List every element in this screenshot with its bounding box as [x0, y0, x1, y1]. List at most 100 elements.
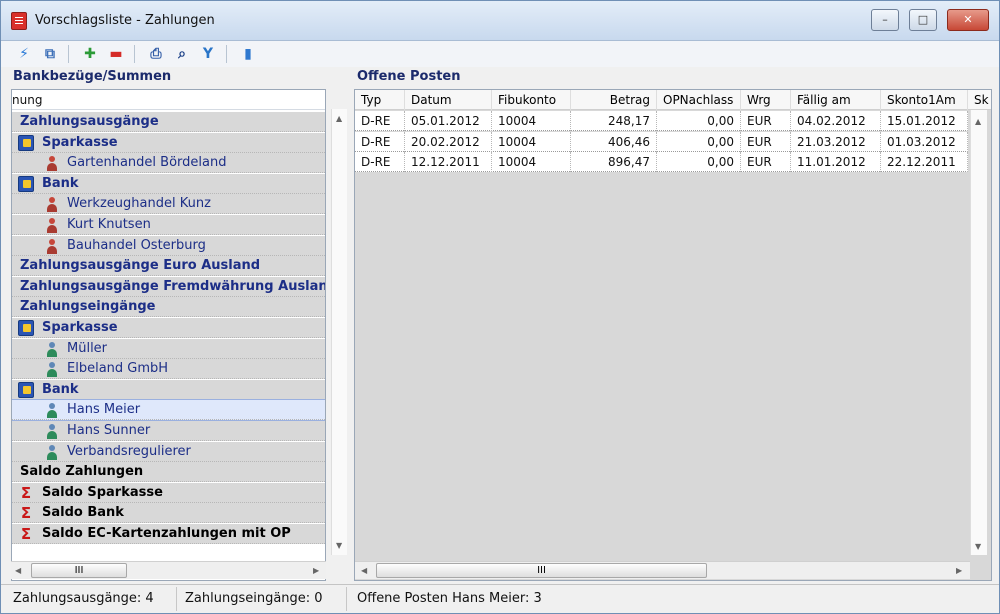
tree-row[interactable]: Zahlungsausgänge — [12, 112, 325, 132]
table-row[interactable]: D-RE 12.12.2011 10004 896,47 0,00 EUR 11.01.20… — [355, 152, 968, 173]
tree-row-label: Saldo Sparkasse — [42, 484, 163, 500]
tree-row[interactable]: Σ Saldo Sparkasse — [12, 482, 325, 503]
bank-icon — [18, 381, 34, 398]
filter-icon[interactable]: Y — [197, 44, 219, 64]
book-icon[interactable]: ▮ — [237, 44, 259, 64]
person-red-icon — [44, 155, 60, 172]
grid-column-header[interactable]: OPNachlass — [657, 90, 741, 110]
tree-row[interactable]: Zahlungsausgänge Fremdwährung Ausland — [12, 276, 325, 297]
scroll-up-icon[interactable]: ▲ — [336, 115, 342, 123]
close-button[interactable]: ✕ — [947, 9, 989, 31]
scroll-left-icon[interactable]: ◀ — [361, 567, 367, 575]
table-cell: D-RE — [355, 111, 405, 131]
maximize-button[interactable]: □ — [909, 9, 937, 31]
grid-column-header[interactable]: Fibukonto — [492, 90, 571, 110]
grid-column-header[interactable]: Sk — [968, 90, 991, 110]
scroll-left-icon[interactable]: ◀ — [15, 567, 21, 575]
app-icon — [11, 12, 27, 30]
minimize-button[interactable]: – — [871, 9, 899, 31]
left-horizontal-thumb[interactable]: III — [31, 563, 127, 578]
main-window: Vorschlagsliste - Zahlungen – □ ✕ ⚡ ⧉ ✚ … — [0, 0, 1000, 614]
status-separator — [346, 587, 347, 611]
tree-row[interactable]: Verbandsregulierer — [12, 441, 325, 462]
tree-row[interactable]: Werkzeughandel Kunz — [12, 194, 325, 215]
tree-row-label: Bank — [42, 381, 79, 397]
toolbar: ⚡ ⧉ ✚ ▬ ⎙ ⌕ Y ▮ — [1, 41, 999, 67]
right-panel-title: Offene Posten — [357, 69, 461, 84]
tree-row[interactable]: Σ Saldo EC-Kartenzahlungen mit OP — [12, 524, 325, 544]
add-icon[interactable]: ✚ — [79, 44, 101, 64]
tree-row-label: Verbandsregulierer — [67, 443, 191, 459]
grid-column-header[interactable]: Datum — [405, 90, 492, 110]
tree-row[interactable]: Bank — [12, 173, 325, 194]
table-cell: D-RE — [355, 131, 405, 152]
table-cell: EUR — [741, 152, 791, 173]
print-icon[interactable]: ⎙ — [145, 44, 167, 64]
table-cell: 0,00 — [657, 131, 741, 152]
scroll-down-icon[interactable]: ▼ — [975, 543, 981, 551]
tree-row[interactable]: Bauhandel Osterburg — [12, 235, 325, 256]
scroll-right-icon[interactable]: ▶ — [956, 567, 962, 575]
person-blue-icon — [44, 402, 60, 419]
table-cell: 15.01.2012 — [881, 111, 968, 131]
scroll-right-icon[interactable]: ▶ — [313, 567, 319, 575]
tree-row[interactable]: Saldo Zahlungen — [12, 462, 325, 483]
table-row[interactable]: D-RE 20.02.2012 10004 406,46 0,00 EUR 21.03.20… — [355, 131, 968, 152]
person-blue-icon — [44, 361, 60, 378]
tree-row[interactable]: Zahlungsausgänge Euro Ausland — [12, 256, 325, 277]
tree-row-label: Gartenhandel Bördeland — [67, 155, 227, 171]
table-cell: 10004 — [492, 131, 571, 152]
tree-row[interactable]: Elbeland GmbH — [12, 359, 325, 380]
tree-row[interactable]: Σ Saldo Bank — [12, 503, 325, 524]
grid-header: Typ Datum Fibukonto Betrag OPNachlass Wrg Fäll… — [355, 90, 991, 110]
tree-row-label: Hans Sunner — [67, 423, 151, 438]
scroll-up-icon[interactable]: ▲ — [975, 118, 981, 126]
tree-row[interactable]: Hans Meier — [12, 399, 325, 422]
table-cell: EUR — [741, 131, 791, 152]
tree-row-label: Bank — [42, 175, 79, 191]
header-name-column[interactable]: nung — [12, 93, 42, 107]
table-row[interactable]: D-RE 05.01.2012 10004 248,17 0,00 EUR 04.02.20… — [355, 111, 968, 131]
tree-row[interactable]: Müller — [12, 338, 325, 359]
right-horizontal-thumb[interactable]: III — [376, 563, 707, 578]
tree-row-label: Zahlungsausgänge Euro Ausland — [20, 258, 261, 274]
grid-column-header[interactable]: Skonto1Am — [881, 90, 968, 110]
left-horizontal-scrollbar[interactable]: ◀ III ▶ — [11, 561, 326, 579]
right-horizontal-scrollbar[interactable]: ◀ III ▶ — [355, 561, 970, 579]
tree-row[interactable]: Hans Sunner — [12, 421, 325, 441]
tree-row[interactable]: Gartenhandel Bördeland — [12, 153, 325, 174]
tree-row[interactable]: Sparkasse — [12, 132, 325, 153]
right-vertical-scrollbar[interactable]: ▲ ▼ — [970, 110, 987, 555]
scroll-down-icon[interactable]: ▼ — [336, 542, 342, 550]
tree-row-label: Bauhandel Osterburg — [67, 237, 206, 253]
remove-icon[interactable]: ▬ — [105, 44, 127, 64]
table-cell: 10004 — [492, 111, 571, 131]
grid-column-header[interactable]: Betrag — [571, 90, 657, 110]
bank-icon — [18, 320, 34, 336]
table-cell: 11.01.2012 — [791, 152, 881, 173]
tree-row-label: Werkzeughandel Kunz — [67, 196, 211, 212]
grid-column-header[interactable]: Wrg — [741, 90, 791, 110]
bank-icon — [18, 134, 34, 151]
status-incoming: Zahlungseingänge: 0 — [185, 591, 323, 606]
tree-row[interactable]: Bank — [12, 379, 325, 400]
lightning-icon[interactable]: ⚡ — [13, 44, 35, 64]
tree-row-label: Saldo Zahlungen — [20, 464, 144, 480]
tree-row-label: Müller — [67, 340, 108, 356]
tree-row[interactable]: Zahlungseingänge — [12, 297, 325, 318]
search-icon[interactable]: ⌕ — [171, 44, 193, 64]
table-cell: EUR — [741, 111, 791, 131]
table-cell: 10004 — [492, 152, 571, 173]
copy-icon[interactable]: ⧉ — [39, 44, 61, 64]
person-blue-icon — [44, 423, 60, 439]
left-vertical-scrollbar[interactable]: ▲ ▼ — [331, 109, 347, 555]
table-cell: 01.03.2012 — [881, 131, 968, 152]
tree-row[interactable]: Sparkasse — [12, 318, 325, 338]
status-separator — [176, 587, 177, 611]
tree-row-label: Saldo EC-Kartenzahlungen mit OP — [42, 526, 291, 541]
grid-column-header[interactable]: Typ — [355, 90, 405, 110]
status-outgoing: Zahlungsausgänge: 4 — [13, 591, 154, 606]
table-cell: 04.02.2012 — [791, 111, 881, 131]
tree-row[interactable]: Kurt Knutsen — [12, 215, 325, 235]
grid-column-header[interactable]: Fällig am — [791, 90, 881, 110]
